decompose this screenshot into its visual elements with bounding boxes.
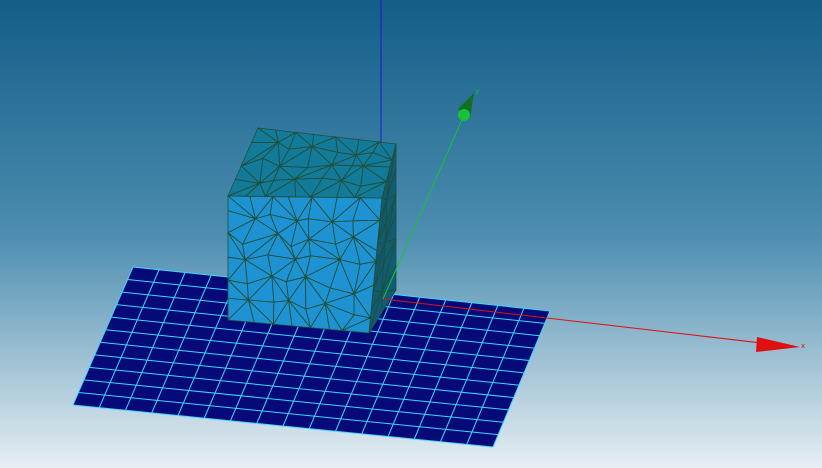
y-axis-handle[interactable] [458, 109, 470, 121]
y-axis-label: y [475, 87, 479, 95]
3d-viewport[interactable]: x y [0, 0, 822, 468]
meshed-cube[interactable] [226, 127, 397, 334]
cube-front-face [228, 196, 382, 333]
scene-canvas[interactable]: x y [0, 0, 822, 468]
x-axis-label: x [801, 342, 805, 350]
